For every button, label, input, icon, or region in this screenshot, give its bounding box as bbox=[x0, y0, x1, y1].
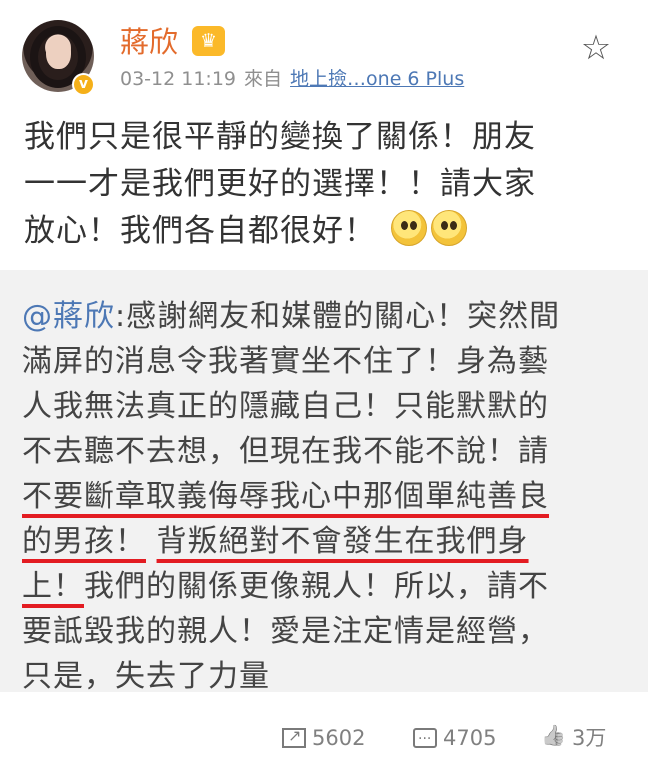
smiley-icon bbox=[390, 210, 427, 246]
like-count: 3万 bbox=[572, 726, 607, 750]
underlined-text: 的男孩！ bbox=[22, 524, 146, 559]
repost-line: 只是，失去了力量 bbox=[22, 659, 270, 694]
post-text-line: 一一才是我們更好的選擇！！請大家 bbox=[24, 166, 536, 202]
post-meta: 03-12 11:19 來自 地上撿…one 6 Plus bbox=[120, 67, 464, 91]
repost-line-content: 感謝網友和媒體的關心！突然間 bbox=[126, 299, 561, 334]
mention-link[interactable]: @蔣欣 bbox=[22, 299, 115, 334]
post-actions: 5602 4705 3万 bbox=[0, 710, 648, 765]
timestamp: 03-12 11:19 bbox=[120, 68, 237, 90]
comment-button[interactable]: 4705 bbox=[413, 724, 497, 753]
post-text-line: 放心！我們各自都很好！ bbox=[24, 208, 624, 255]
repost-line: 滿屏的消息令我著實坐不住了！身為藝 bbox=[22, 344, 549, 379]
post-text: 我們只是很平靜的變換了關係！朋友 一一才是我們更好的選擇！！請大家 放心！我們各… bbox=[24, 114, 624, 255]
smiley-icon bbox=[430, 210, 467, 246]
repost-count: 5602 bbox=[312, 726, 366, 750]
like-button[interactable]: 3万 bbox=[541, 724, 606, 752]
favorite-star-icon[interactable]: ☆ bbox=[578, 30, 614, 66]
post-header: v 蔣欣 ♛ 03-12 11:19 來自 地上撿…one 6 Plus ☆ bbox=[0, 0, 648, 110]
crown-icon: ♛ bbox=[192, 26, 225, 56]
underlined-text: 上！ bbox=[22, 569, 84, 604]
repost-line: 不去聽不去想，但現在我不能不說！請 bbox=[22, 434, 549, 469]
repost-button[interactable]: 5602 bbox=[282, 722, 366, 752]
comment-icon bbox=[413, 725, 437, 753]
reposted-content[interactable]: @蔣欣:感謝網友和媒體的關心！突然間 滿屏的消息令我著實坐不住了！身為藝 人我無… bbox=[0, 270, 648, 694]
source-link[interactable]: 地上撿…one 6 Plus bbox=[290, 68, 464, 90]
comment-count: 4705 bbox=[443, 726, 497, 750]
underlined-text: 不要斷章取義侮辱我心中那個單純善良 bbox=[22, 479, 549, 514]
post-text-line: 我們只是很平靜的變換了關係！朋友 bbox=[24, 119, 536, 155]
repost-line: 上！我們的關係更像親人！所以，請不 bbox=[22, 564, 626, 609]
verified-badge-icon: v bbox=[72, 73, 95, 96]
repost-line: 人我無法真正的隱藏自己！只能默默的 bbox=[22, 389, 549, 424]
repost-line: 要詆毀我的親人！愛是注定情是經營， bbox=[22, 614, 549, 649]
source-prefix: 來自 bbox=[244, 68, 283, 90]
repost-text: @蔣欣:感謝網友和媒體的關心！突然間 滿屏的消息令我著實坐不住了！身為藝 人我無… bbox=[22, 294, 626, 699]
repost-line: 的男孩！ 背叛絕對不會發生在我們身 bbox=[22, 519, 626, 564]
like-icon bbox=[541, 724, 566, 748]
underlined-text: 背叛絕對不會發生在我們身 bbox=[156, 524, 529, 559]
repost-line-content: 我們的關係更像親人！所以，請不 bbox=[84, 569, 549, 604]
username-link[interactable]: 蔣欣 bbox=[120, 25, 178, 59]
repost-line-underlined: 不要斷章取義侮辱我心中那個單純善良 bbox=[22, 474, 626, 519]
post-text-line-content: 放心！我們各自都很好！ bbox=[24, 213, 376, 249]
avatar-face bbox=[46, 36, 71, 69]
repost-line: @蔣欣:感謝網友和媒體的關心！突然間 bbox=[22, 299, 561, 334]
repost-icon bbox=[282, 722, 306, 750]
